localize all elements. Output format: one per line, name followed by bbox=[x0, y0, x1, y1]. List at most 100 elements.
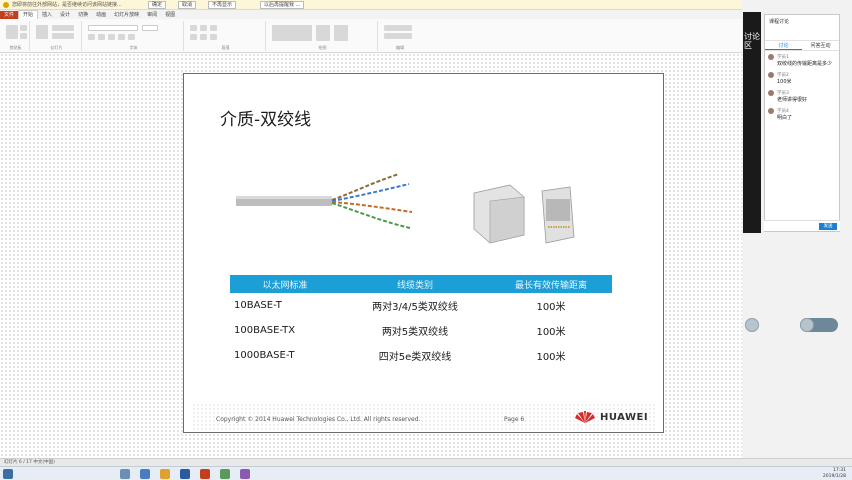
align-left-icon[interactable] bbox=[190, 34, 197, 40]
group-label-slides: 幻灯片 bbox=[50, 45, 63, 50]
bold-icon[interactable] bbox=[88, 34, 95, 40]
app-icon[interactable] bbox=[240, 469, 250, 479]
quick-styles-icon[interactable] bbox=[334, 25, 348, 41]
bullets-icon[interactable] bbox=[190, 25, 197, 31]
ribbon-tabs: 文件 开始 插入 设计 切换 动画 幻灯片放映 审阅 视图 bbox=[0, 10, 742, 20]
avatar bbox=[768, 108, 774, 114]
group-label-drawing: 绘图 bbox=[318, 45, 327, 50]
cell-distance: 100米 bbox=[536, 327, 566, 338]
italic-icon[interactable] bbox=[98, 34, 105, 40]
page-number: Page 6 bbox=[504, 416, 525, 423]
chat-text: 老师讲得很好 bbox=[777, 97, 808, 103]
notice-cancel-button[interactable]: 取消 bbox=[178, 1, 197, 9]
warning-icon bbox=[3, 2, 9, 8]
ethernet-standards-table: 以太网标准 线缆类别 最长有效传输距离 10BASE-T 两对3/4/5类双绞线… bbox=[230, 275, 612, 368]
notification-bar: 您即将前往外部网站，是否继续访问该网站链接... 确定 取消 不再显示 以后再提… bbox=[0, 0, 742, 10]
user-icon bbox=[800, 318, 814, 332]
numbering-icon[interactable] bbox=[200, 25, 207, 31]
table-row: 1000BASE-T 四对5e类双绞线 100米 bbox=[230, 343, 612, 368]
huawei-logo: HUAWEI bbox=[574, 408, 654, 426]
group-editing: 编辑 bbox=[380, 21, 420, 51]
powerpoint-icon[interactable] bbox=[200, 469, 210, 479]
slide[interactable]: 介质-双绞线 以太网标准 线缆类别 最长有效传输距离 10BASE-T 两对3/… bbox=[183, 73, 664, 433]
notice-dont-show-button[interactable]: 不再显示 bbox=[208, 1, 237, 9]
clock-date: 2019/1/28 bbox=[822, 474, 846, 479]
tab-qa[interactable]: 问答互动 bbox=[802, 41, 839, 50]
group-clipboard: 剪贴板 bbox=[2, 21, 30, 51]
group-paragraph: 段落 bbox=[186, 21, 266, 51]
group-slides: 幻灯片 bbox=[32, 21, 82, 51]
copyright-text: Copyright © 2014 Huawei Technologies Co.… bbox=[216, 416, 421, 423]
ribbon: 剪贴板 幻灯片 字体 段落 绘图 编辑 bbox=[0, 19, 742, 53]
table-header: 以太网标准 线缆类别 最长有效传输距离 bbox=[230, 275, 612, 293]
reset-icon[interactable] bbox=[52, 33, 74, 39]
col-header-standard: 以太网标准 bbox=[262, 280, 308, 291]
cell-standard: 10BASE-T bbox=[234, 300, 282, 311]
table-row: 100BASE-TX 两对5类双绞线 100米 bbox=[230, 318, 612, 343]
new-slide-icon[interactable] bbox=[36, 25, 48, 39]
group-label-font: 字体 bbox=[129, 45, 138, 50]
cell-standard: 1000BASE-T bbox=[234, 350, 295, 361]
font-size-select[interactable] bbox=[142, 25, 158, 31]
twisted-pair-cable-image bbox=[236, 173, 413, 229]
slide-title: 介质-双绞线 bbox=[220, 110, 312, 130]
font-color-icon[interactable] bbox=[128, 34, 135, 40]
notice-text: 您即将前往外部网站，是否继续访问该网站链接... bbox=[12, 2, 122, 8]
chat-text: 双绞线的传输距离是多少 bbox=[777, 61, 833, 67]
chat-input[interactable]: 发送 bbox=[764, 220, 840, 231]
browser-icon[interactable] bbox=[140, 469, 150, 479]
cell-distance: 100米 bbox=[536, 302, 566, 313]
font-name-select[interactable] bbox=[88, 25, 138, 31]
cell-cable: 两对3/4/5类双绞线 bbox=[372, 302, 458, 313]
send-button[interactable]: 发送 bbox=[819, 223, 837, 230]
align-center-icon[interactable] bbox=[200, 34, 207, 40]
chat-text: 100米 bbox=[777, 79, 792, 85]
chat-message: 学员2 100米 bbox=[765, 69, 839, 87]
col-header-distance: 最长有效传输距离 bbox=[514, 280, 587, 291]
chat-tabs: 讨论 问答互动 bbox=[765, 41, 839, 51]
status-bar: 幻灯片 6 / 17 中文(中国) bbox=[0, 458, 852, 466]
app-icon[interactable] bbox=[220, 469, 230, 479]
col-header-cable: 线缆类别 bbox=[396, 280, 433, 291]
huawei-flower-icon bbox=[575, 411, 595, 423]
system-clock[interactable]: 17:31 2019/1/28 bbox=[823, 468, 846, 480]
cell-cable: 四对5e类双绞线 bbox=[378, 352, 452, 363]
chat-message: 学员3 老师讲得很好 bbox=[765, 87, 839, 105]
app-icon[interactable] bbox=[180, 469, 190, 479]
chat-text: 明白了 bbox=[777, 115, 793, 121]
chat-title: 课程讨论 bbox=[765, 15, 839, 41]
cell-standard: 100BASE-TX bbox=[234, 325, 296, 336]
find-icon[interactable] bbox=[384, 25, 412, 31]
replace-icon[interactable] bbox=[384, 33, 412, 39]
floating-toolbar-button[interactable] bbox=[800, 318, 838, 332]
chat-side-handle[interactable]: 讨论区 bbox=[743, 12, 761, 233]
group-font: 字体 bbox=[84, 21, 184, 51]
arrange-icon[interactable] bbox=[316, 25, 330, 41]
strikethrough-icon[interactable] bbox=[118, 34, 125, 40]
record-icon[interactable] bbox=[745, 318, 759, 332]
start-icon[interactable] bbox=[3, 469, 13, 479]
taskbar: 17:31 2019/1/28 bbox=[0, 466, 852, 480]
underline-icon[interactable] bbox=[108, 34, 115, 40]
layout-icon[interactable] bbox=[52, 25, 74, 31]
paste-icon[interactable] bbox=[6, 25, 18, 39]
folder-icon[interactable] bbox=[160, 469, 170, 479]
cut-icon[interactable] bbox=[20, 25, 27, 31]
notice-ok-button[interactable]: 确定 bbox=[148, 1, 167, 9]
cell-distance: 100米 bbox=[536, 352, 566, 363]
group-drawing: 绘图 bbox=[268, 21, 378, 51]
notice-remind-later-button[interactable]: 以后再提醒我 ... bbox=[260, 1, 305, 9]
tab-chat[interactable]: 讨论 bbox=[765, 41, 802, 50]
copy-icon[interactable] bbox=[20, 33, 27, 39]
shapes-gallery[interactable] bbox=[272, 25, 312, 41]
indent-icon[interactable] bbox=[210, 25, 217, 31]
search-icon[interactable] bbox=[120, 469, 130, 479]
avatar bbox=[768, 54, 774, 60]
group-label-clipboard: 剪贴板 bbox=[9, 45, 22, 50]
group-label-editing: 编辑 bbox=[396, 45, 404, 50]
table-row: 10BASE-T 两对3/4/5类双绞线 100米 bbox=[230, 293, 612, 318]
group-label-paragraph: 段落 bbox=[221, 45, 230, 50]
align-right-icon[interactable] bbox=[210, 34, 217, 40]
chat-side-title: 讨论区 bbox=[744, 32, 760, 50]
avatar bbox=[768, 72, 774, 78]
